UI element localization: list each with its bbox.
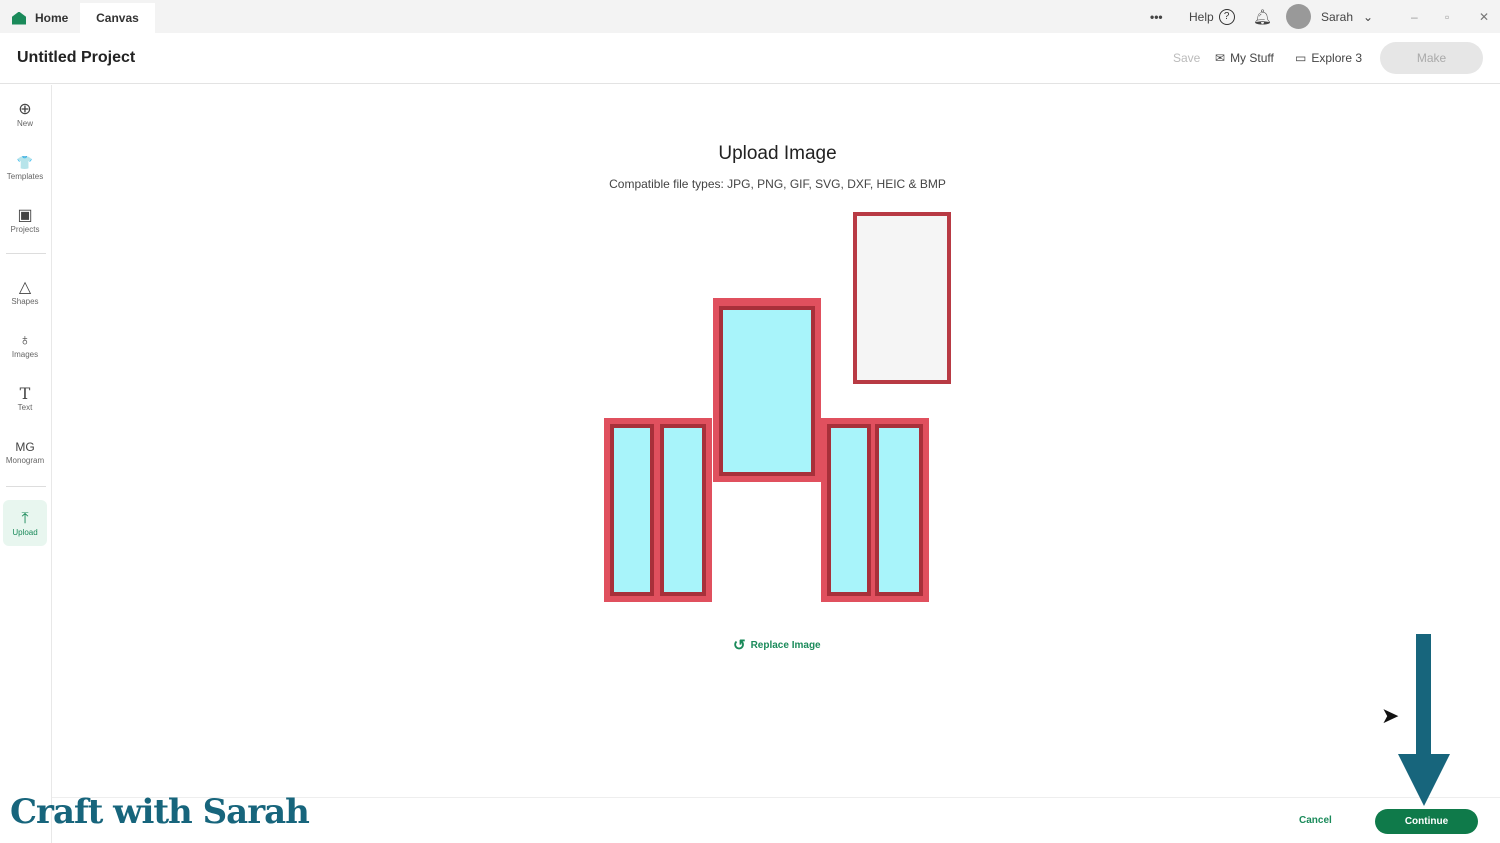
sidebar-item-label: Images xyxy=(11,349,39,359)
upload-title: Upload Image xyxy=(718,143,837,164)
my-stuff-label: My Stuff xyxy=(1230,51,1274,65)
project-header: Untitled Project Save ✉ My Stuff ▭ Explore… xyxy=(0,33,1500,84)
title-bar: Home Canvas ••• Help? 🔔︎ Sarah ⌄ – ▫ ✕ xyxy=(0,0,1500,33)
sidebar-divider xyxy=(6,253,46,254)
upload-icon: ⤒ xyxy=(21,509,29,527)
window-frame-blank xyxy=(853,212,951,384)
plus-circle-icon: ⊕ xyxy=(18,100,32,118)
make-button[interactable]: Make xyxy=(1380,42,1483,74)
help-button[interactable]: Help? xyxy=(1189,0,1235,33)
sidebar-item-projects[interactable]: ▣ Projects xyxy=(3,197,47,243)
user-menu[interactable]: Sarah ⌄ xyxy=(1286,0,1373,33)
help-icon: ? xyxy=(1218,8,1235,25)
tab-canvas[interactable]: Canvas xyxy=(80,3,155,33)
sidebar: ⊕ New 👕 Templates ▣ Projects △ Shapes ♁ Image… xyxy=(0,85,52,843)
replace-image-button[interactable]: ↺ Replace Image xyxy=(733,636,821,654)
sidebar-item-monogram[interactable]: MG Monogram xyxy=(3,428,47,474)
replace-image-label: Replace Image xyxy=(750,639,821,651)
more-menu-button[interactable]: ••• xyxy=(1150,0,1163,33)
uploaded-image-preview xyxy=(604,212,951,602)
sidebar-item-label: Upload xyxy=(12,527,38,537)
sidebar-item-label: Monogram xyxy=(5,455,45,465)
restore-button[interactable]: ▫ xyxy=(1445,0,1449,33)
bell-icon[interactable]: 🔔︎ xyxy=(1253,0,1272,33)
help-label: Help xyxy=(1189,9,1214,24)
home-icon xyxy=(12,11,26,25)
project-title[interactable]: Untitled Project xyxy=(17,49,135,67)
tab-canvas-label: Canvas xyxy=(96,11,139,25)
sidebar-divider xyxy=(6,486,46,487)
watermark-logo: Craft with Sarah xyxy=(10,792,310,832)
cancel-button[interactable]: Cancel xyxy=(1299,815,1332,826)
monogram-icon: MG xyxy=(15,439,35,454)
tab-home[interactable]: Home xyxy=(12,3,68,33)
rotate-icon: ↺ xyxy=(733,637,746,654)
sidebar-item-label: Projects xyxy=(10,224,40,234)
machine-label: Explore 3 xyxy=(1311,51,1363,65)
sidebar-item-upload[interactable]: ⤒ Upload xyxy=(3,500,47,546)
projects-icon: ▣ xyxy=(17,206,33,224)
continue-button[interactable]: Continue xyxy=(1375,809,1478,834)
minimize-button[interactable]: – xyxy=(1411,0,1418,33)
chevron-down-icon: ⌄ xyxy=(1363,9,1374,24)
sidebar-item-images[interactable]: ♁ Images xyxy=(3,322,47,368)
avatar xyxy=(1286,4,1311,29)
my-stuff-button[interactable]: ✉ My Stuff xyxy=(1215,51,1274,65)
shapes-icon: △ xyxy=(18,278,32,296)
machine-button[interactable]: ▭ Explore 3 xyxy=(1295,51,1362,65)
balloon-icon: ♁ xyxy=(19,331,31,349)
sidebar-item-text[interactable]: T Text xyxy=(3,375,47,421)
text-icon: T xyxy=(19,383,31,403)
annotation-arrow xyxy=(1398,634,1450,806)
file-types-text: Compatible file types: JPG, PNG, GIF, SV… xyxy=(609,177,946,191)
envelope-icon: ✉ xyxy=(1215,51,1226,65)
tab-home-label: Home xyxy=(35,11,69,25)
sidebar-item-label: Shapes xyxy=(11,296,39,306)
sidebar-item-label: New xyxy=(16,118,33,128)
sidebar-item-label: Text xyxy=(17,402,33,412)
mouse-cursor: ➤ xyxy=(1381,703,1400,728)
user-name: Sarah xyxy=(1321,9,1354,24)
sidebar-item-new[interactable]: ⊕ New xyxy=(3,91,47,137)
sidebar-item-shapes[interactable]: △ Shapes xyxy=(3,269,47,315)
machine-icon: ▭ xyxy=(1295,51,1307,65)
close-icon[interactable]: ✕ xyxy=(1479,0,1489,33)
save-button[interactable]: Save xyxy=(1173,51,1200,65)
